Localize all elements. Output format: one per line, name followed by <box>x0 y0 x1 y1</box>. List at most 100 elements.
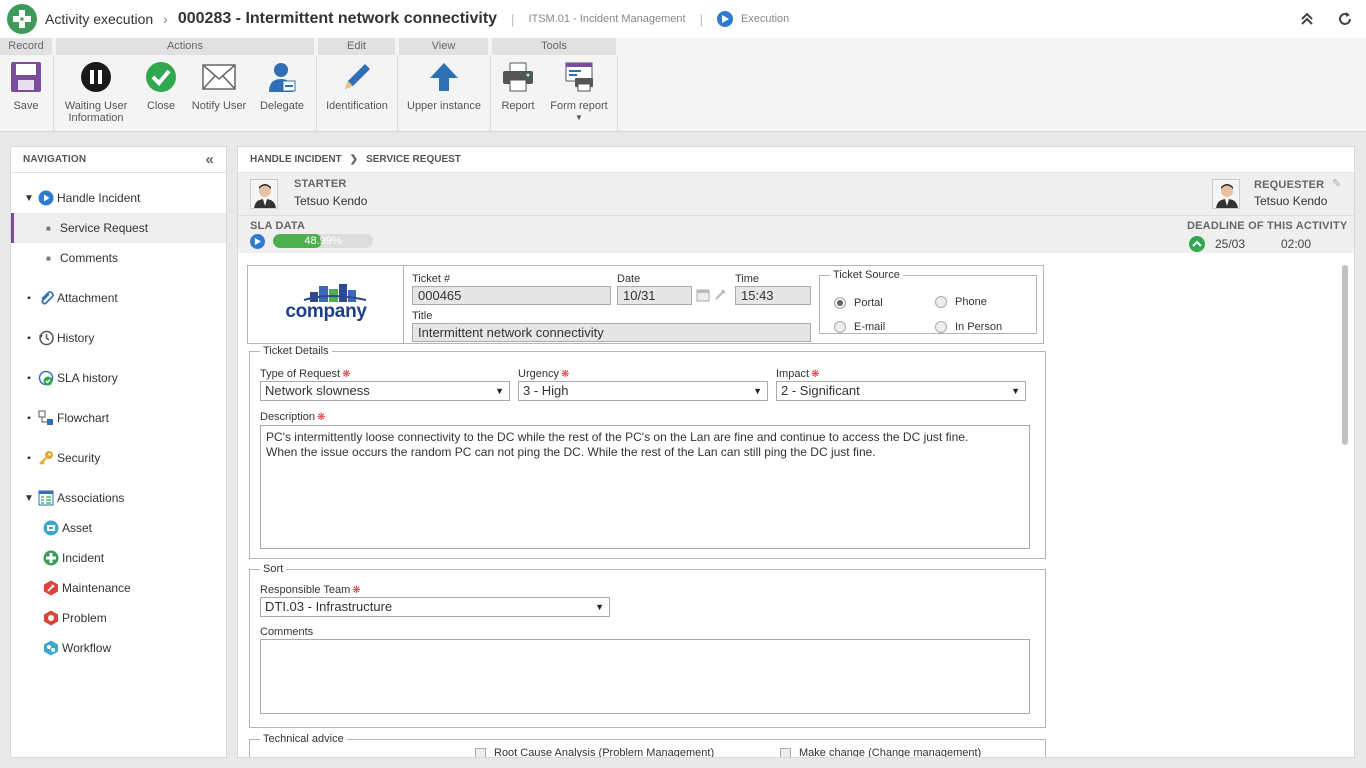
comments-textarea[interactable] <box>260 639 1030 714</box>
source-phone-radio[interactable]: Phone <box>935 296 987 308</box>
breadcrumb-level1[interactable]: HANDLE INCIDENT <box>250 154 342 165</box>
history-icon <box>38 330 54 346</box>
bullet: ▪ <box>27 292 31 304</box>
delegate-label: Delegate <box>259 100 305 112</box>
ticket-number-field[interactable]: 000465 <box>412 286 611 305</box>
notify-user-button[interactable]: Notify User <box>186 60 252 124</box>
nav-item-incident[interactable]: Incident <box>11 543 226 573</box>
refresh-icon[interactable] <box>1336 10 1354 28</box>
divider: | <box>699 11 703 27</box>
required-icon: ❋ <box>811 369 820 380</box>
nav-item-attachment[interactable]: ▪ Attachment <box>11 283 226 313</box>
nav-item-handle-incident[interactable]: ▼ Handle Incident <box>11 183 226 213</box>
flowchart-icon <box>38 410 54 426</box>
record-title: 000283 - Intermittent network connectivi… <box>177 10 498 27</box>
printer-icon <box>501 60 535 94</box>
urgency-select[interactable]: 3 - High ▼ <box>518 381 768 401</box>
nav-item-history[interactable]: ▪ History <box>11 323 226 353</box>
arrow-up-icon <box>427 60 461 94</box>
date-label: Date <box>617 273 641 285</box>
ribbon-group-record: Record Save <box>0 38 54 132</box>
impact-label: Impact ❋ <box>776 368 819 380</box>
scrollbar-thumb[interactable] <box>1342 265 1348 445</box>
delegate-button[interactable]: Delegate <box>252 60 312 124</box>
delegate-user-icon <box>265 60 299 94</box>
collapse-left-icon[interactable]: « <box>205 151 214 168</box>
title-field[interactable]: Intermittent network connectivity <box>412 323 811 342</box>
pause-icon <box>79 60 113 94</box>
comments-label: Comments <box>260 626 314 638</box>
nav-label: Comments <box>60 251 119 265</box>
incident-icon <box>43 550 59 566</box>
chevron-right-icon: ❯ <box>349 154 359 165</box>
collapse-up-icon[interactable] <box>1298 10 1316 28</box>
nav-item-comments[interactable]: ■ Comments <box>11 243 226 273</box>
identification-label: Identification <box>326 100 388 112</box>
ticket-details-group: Ticket Details Type of Request ❋ Network … <box>249 345 1046 559</box>
description-textarea[interactable]: PC's intermittently loose connectivity t… <box>260 425 1030 549</box>
time-label: Time <box>735 273 760 285</box>
dropdown-arrow-icon[interactable]: ▼ <box>575 112 583 124</box>
checkbox-box <box>780 747 791 757</box>
radio-label: E-mail <box>854 321 886 333</box>
responsible-team-select[interactable]: DTI.03 - Infrastructure ▼ <box>260 597 610 617</box>
starter-label: STARTER <box>294 178 347 190</box>
sla-play-icon[interactable] <box>250 234 265 249</box>
root-cause-analysis-checkbox[interactable]: Root Cause Analysis (Problem Management) <box>475 747 714 757</box>
divider: | <box>511 11 515 27</box>
form-report-button[interactable]: Form report ▼ <box>544 60 614 124</box>
nav-item-sla-history[interactable]: ▪ SLA history <box>11 363 226 393</box>
execution-label: Execution <box>740 13 790 25</box>
breadcrumb-chevron: › <box>163 11 168 27</box>
close-button[interactable]: Close <box>136 60 186 124</box>
radio-unchecked <box>935 296 947 308</box>
nav-label: Workflow <box>62 641 112 655</box>
edit-pencil-icon[interactable]: ✎ <box>1332 177 1341 190</box>
clear-date-icon[interactable] <box>713 288 727 305</box>
make-change-checkbox[interactable]: Make change (Change management) <box>780 747 981 757</box>
upper-instance-button[interactable]: Upper instance <box>399 60 489 112</box>
floppy-disk-icon <box>9 60 43 94</box>
ribbon-group-label: View <box>399 38 490 55</box>
nav-item-service-request[interactable]: ■ Service Request <box>11 213 226 243</box>
radio-label: In Person <box>955 321 1003 333</box>
nav-label: Problem <box>62 611 107 625</box>
nav-label: Service Request <box>60 221 149 235</box>
required-icon: ❋ <box>342 369 351 380</box>
nav-item-asset[interactable]: Asset <box>11 513 226 543</box>
identification-button[interactable]: Identification <box>318 60 396 112</box>
time-field[interactable]: 15:43 <box>735 286 811 305</box>
radio-unchecked <box>834 321 846 333</box>
ticket-source-group: Ticket Source Portal Phone E-mail In Per… <box>819 269 1037 334</box>
process-name[interactable]: ITSM.01 - Incident Management <box>528 13 685 25</box>
nav-item-associations[interactable]: ▼ Associations <box>11 483 226 513</box>
waiting-user-information-button[interactable]: Waiting User Information <box>56 60 136 124</box>
expand-triangle-icon[interactable]: ▼ <box>23 193 35 204</box>
report-button[interactable]: Report <box>492 60 544 124</box>
breadcrumb: HANDLE INCIDENT ❯ SERVICE REQUEST <box>238 147 1354 173</box>
description-label: Description ❋ <box>260 411 325 423</box>
asset-icon <box>43 520 59 536</box>
nav-label: Attachment <box>57 291 118 305</box>
nav-item-problem[interactable]: Problem <box>11 603 226 633</box>
nav-item-maintenance[interactable]: Maintenance <box>11 573 226 603</box>
source-email-radio[interactable]: E-mail <box>834 321 885 333</box>
source-in-person-radio[interactable]: In Person <box>935 321 1002 333</box>
title-label: Title <box>412 310 433 322</box>
nav-label: Security <box>57 451 101 465</box>
ribbon-toolbar: Record Save Actions Waiting User Informa… <box>0 38 1366 132</box>
company-logo-text: company <box>285 301 367 322</box>
date-field[interactable]: 10/31 <box>617 286 692 305</box>
nav-item-security[interactable]: ▪ Security <box>11 443 226 473</box>
vertical-scrollbar[interactable] <box>1340 261 1348 755</box>
type-of-request-select[interactable]: Network slowness ▼ <box>260 381 510 401</box>
expand-triangle-icon[interactable]: ▼ <box>23 493 35 504</box>
nav-item-workflow[interactable]: Workflow <box>11 633 226 663</box>
calendar-icon[interactable] <box>696 288 710 305</box>
source-portal-radio[interactable]: Portal <box>834 297 883 309</box>
bullet: ■ <box>46 253 51 263</box>
save-button[interactable]: Save <box>0 60 52 112</box>
impact-select[interactable]: 2 - Significant ▼ <box>776 381 1026 401</box>
ribbon-group-label: Record <box>0 38 54 55</box>
nav-item-flowchart[interactable]: ▪ Flowchart <box>11 403 226 433</box>
